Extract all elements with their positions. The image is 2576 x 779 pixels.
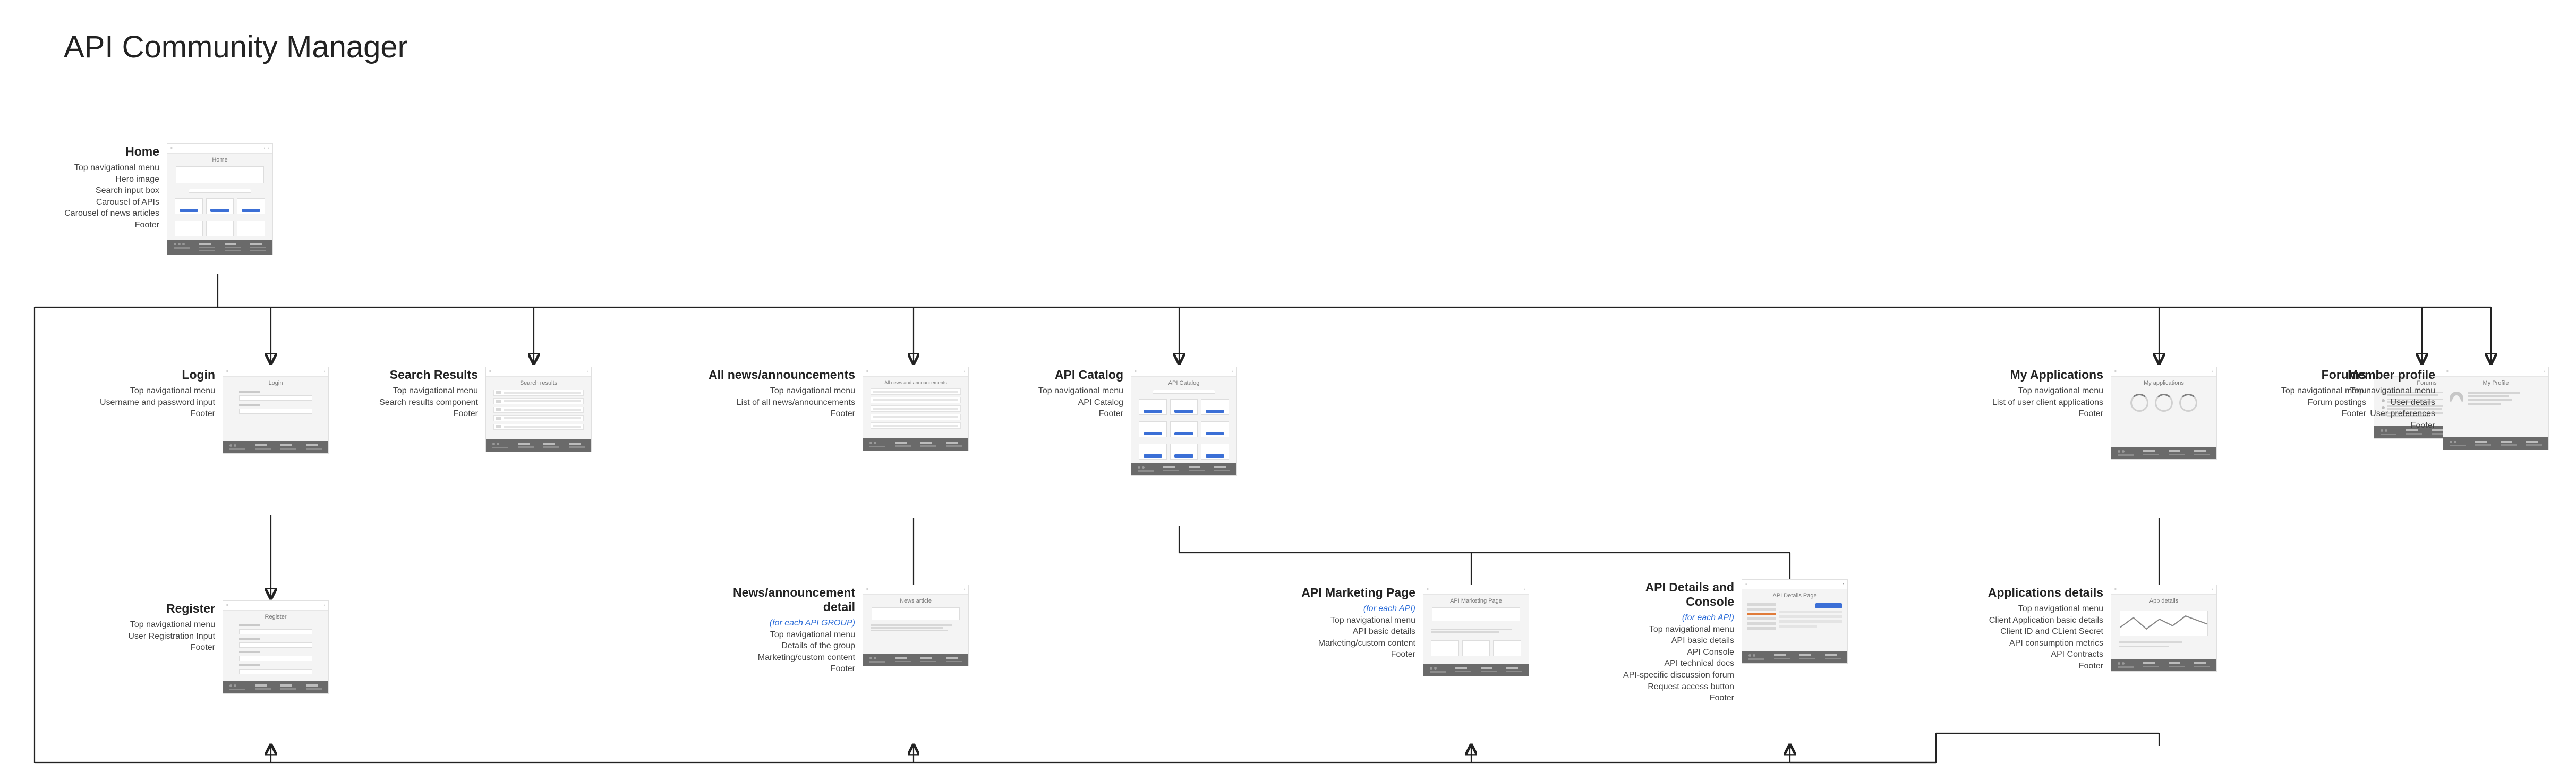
wf-newsdetail: ≡• News article [863,585,969,666]
node-appdetails: Applications details Top navigational me… [1933,585,2217,672]
node-myapps: My Applications Top navigational menu Li… [1955,367,2217,460]
node-login: Login Top navigational menu Username and… [77,367,329,454]
wf-register: ≡• Register [223,600,329,694]
wf-appdetails: ≡• App details [2111,585,2217,672]
wf-details: ≡• API Details Page [1742,579,1848,664]
page-title: API Community Manager [64,29,408,65]
node-allnews: All news/announcements Top navigational … [685,367,969,451]
node-details: API Details and Console (for each API) T… [1572,579,1848,704]
wf-search: ≡• Search results [485,367,592,452]
node-newsdetail: News/announcement detail (for each API G… [690,585,969,675]
node-heading: Home [125,145,159,159]
wf-catalog: ≡• API Catalog [1131,367,1237,476]
wf-login: ≡• Login [223,367,329,454]
node-search: Search Results Top navigational menu Sea… [361,367,592,452]
node-marketing: API Marketing Page (for each API) Top na… [1275,585,1529,676]
node-profile: Member profile Top navigational menu Use… [2332,367,2549,450]
wf-profile: ≡• My Profile [2443,367,2549,450]
node-catalog: API Catalog Top navigational menu API Ca… [1020,367,1237,476]
wf-home: ≡•• Home [167,143,273,255]
wf-marketing: ≡• API Marketing Page [1423,585,1529,676]
node-register: Register Top navigational menu User Regi… [96,600,329,694]
wf-myapps: ≡• My applications [2111,367,2217,460]
node-home: Home Top navigational menu Hero image Se… [21,143,273,255]
wf-allnews: ≡• All news and announcements [863,367,969,451]
avatar-icon [2450,392,2463,405]
